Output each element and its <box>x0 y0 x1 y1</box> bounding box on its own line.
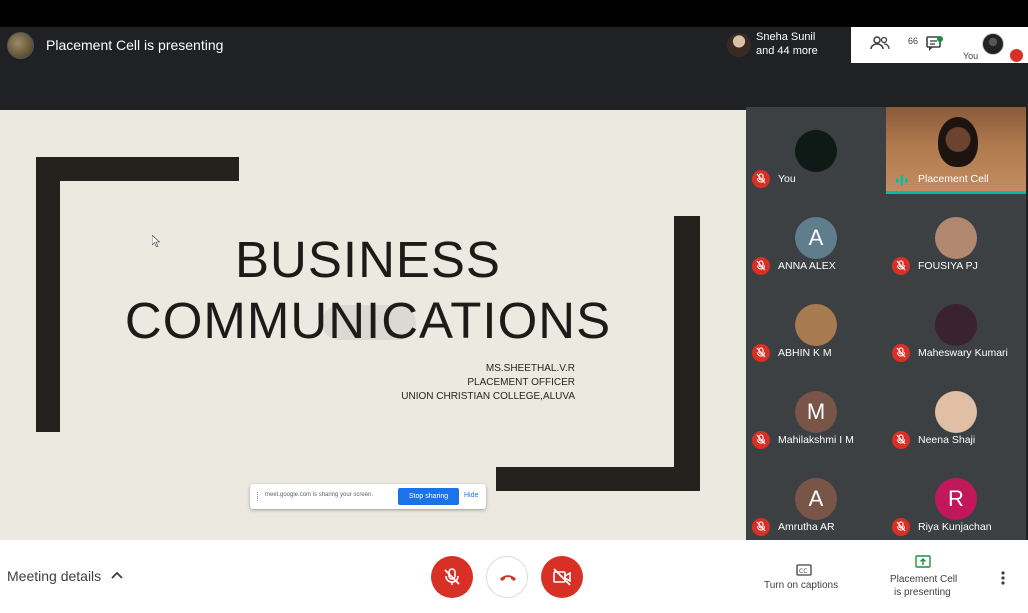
participant-tile[interactable]: You <box>746 107 886 194</box>
drag-handle-icon[interactable] <box>257 492 259 501</box>
participant-name: Mahilakshmi I M <box>778 434 854 446</box>
participant-tile[interactable]: Neena Shaji <box>886 368 1026 455</box>
mic-off-icon <box>752 344 770 362</box>
slide-presenter-role: PLACEMENT OFFICER <box>467 377 575 388</box>
mic-off-icon <box>752 431 770 449</box>
people-icon <box>870 36 890 50</box>
participant-name: You <box>778 173 796 185</box>
mic-off-icon <box>752 518 770 536</box>
participant-tile[interactable]: A Amrutha AR <box>746 455 886 542</box>
svg-text:CC: CC <box>799 568 807 575</box>
end-call-icon <box>500 575 516 581</box>
share-message: meet.google.com is sharing your screen. <box>265 492 374 498</box>
participant-grid: You Placement Cell A ANNA ALEX FOUSIYA PJ ABH… <box>746 107 1028 542</box>
bottom-toolbar: Meeting details CC Turn on captions Plac… <box>0 540 1028 613</box>
slide-title-line1: BUSINESS <box>235 231 501 288</box>
self-avatar[interactable] <box>982 33 1004 55</box>
leave-call-button[interactable] <box>486 556 528 598</box>
participant-name: Neena Shaji <box>918 434 976 446</box>
screen-share-bar: meet.google.com is sharing your screen. … <box>250 484 486 509</box>
top-bar: Placement Cell is presenting Sneha Sunil… <box>0 27 1028 110</box>
captions-label[interactable]: Turn on captions <box>764 580 838 591</box>
presenting-label-line2: is presenting <box>894 587 951 598</box>
mic-off-icon <box>752 170 770 188</box>
participant-avatar <box>935 304 977 346</box>
mic-off-icon <box>892 257 910 275</box>
participant-avatar <box>935 217 977 259</box>
participant-avatar <box>727 33 751 57</box>
speaking-indicator-icon <box>895 173 909 186</box>
participant-avatar <box>795 304 837 346</box>
top-actions: 66 You <box>851 27 1028 63</box>
closed-captions-icon[interactable]: CC <box>796 563 812 577</box>
participant-name: FOUSIYA PJ <box>918 260 978 272</box>
self-label: You <box>963 51 979 61</box>
presentation-slide: BUSINESS COMMUNICATIONS MS.SHEETHAL.V.R … <box>0 110 746 540</box>
participant-avatar: A <box>795 217 837 259</box>
participant-name: Maheswary Kumari <box>918 347 1008 359</box>
mic-off-icon <box>892 344 910 362</box>
chip-participant-name: Sneha Sunil <box>756 31 816 43</box>
camera-toggle-button[interactable] <box>541 556 583 598</box>
chevron-up-icon[interactable] <box>110 570 124 580</box>
mic-off-icon <box>444 568 460 585</box>
chat-notification-dot <box>937 36 943 42</box>
participant-name: Placement Cell <box>918 173 989 185</box>
participant-avatar: A <box>795 478 837 520</box>
participant-tile[interactable]: A ANNA ALEX <box>746 194 886 281</box>
participant-tile[interactable]: M Mahilakshmi I M <box>746 368 886 455</box>
people-count: 66 <box>908 36 919 46</box>
participant-tile[interactable]: Placement Cell <box>886 107 1026 194</box>
videocam-off-icon <box>553 568 571 586</box>
participant-avatar <box>935 391 977 433</box>
slide-frame-bottom <box>496 467 700 491</box>
participant-name: Amrutha AR <box>778 521 835 533</box>
participant-name: ANNA ALEX <box>778 260 836 272</box>
mic-off-icon <box>752 257 770 275</box>
participant-avatar <box>795 130 837 172</box>
participant-name: ABHIN K M <box>778 347 832 359</box>
presenting-label-line1: Placement Cell <box>890 574 958 585</box>
present-screen-icon[interactable] <box>915 554 931 570</box>
people-button[interactable]: 66 <box>869 35 918 55</box>
stop-sharing-button[interactable]: Stop sharing <box>398 488 459 505</box>
hide-button[interactable]: Hide <box>464 492 478 499</box>
participant-tile[interactable]: R Riya Kunjachan <box>886 455 1026 542</box>
participant-video <box>938 117 978 167</box>
slide-institution: UNION CHRISTIAN COLLEGE,ALUVA <box>401 391 575 402</box>
participant-avatar: M <box>795 391 837 433</box>
participants-chip[interactable]: Sneha Sunil and 44 more <box>721 27 849 63</box>
slide-frame-top <box>36 157 239 181</box>
presenting-title: Placement Cell is presenting <box>46 37 224 53</box>
participant-tile[interactable]: Maheswary Kumari <box>886 281 1026 368</box>
participant-avatar: R <box>935 478 977 520</box>
more-vert-icon[interactable] <box>1000 570 1006 586</box>
slide-title-line2: COMMUNICATIONS <box>124 292 612 349</box>
participant-tile[interactable]: ABHIN K M <box>746 281 886 368</box>
meeting-details-button[interactable]: Meeting details <box>7 568 101 584</box>
presenter-avatar <box>7 32 34 59</box>
slide-presenter-name: MS.SHEETHAL.V.R <box>485 363 575 374</box>
chip-more-count: and 44 more <box>756 45 818 57</box>
mic-toggle-button[interactable] <box>431 556 473 598</box>
self-mic-off-icon <box>1010 49 1023 62</box>
participant-tile[interactable]: FOUSIYA PJ <box>886 194 1026 281</box>
participant-name: Riya Kunjachan <box>918 521 992 533</box>
mic-off-icon <box>892 518 910 536</box>
mic-off-icon <box>892 431 910 449</box>
